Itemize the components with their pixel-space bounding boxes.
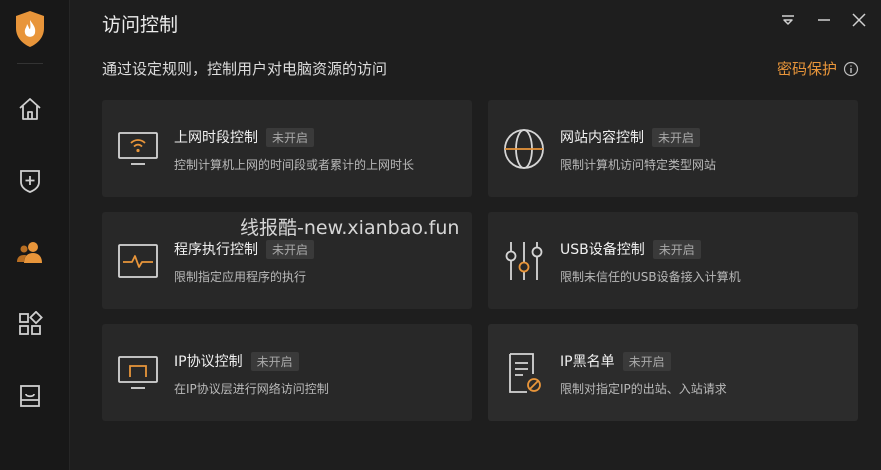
card-description: 在IP协议层进行网络访问控制 — [174, 382, 329, 396]
card-description: 控制计算机上网的时间段或者累计的上网时长 — [174, 158, 415, 172]
sidebar-item-home[interactable] — [16, 95, 44, 123]
card-title: IP协议控制 未开启 — [174, 351, 299, 371]
card-description: 限制未信任的USB设备接入计算机 — [560, 270, 741, 284]
card-title: 网站内容控制 未开启 — [560, 127, 701, 147]
card-title: IP黑名单 未开启 — [560, 351, 671, 371]
program-pulse-icon — [116, 239, 160, 283]
minimize-button[interactable] — [814, 10, 834, 30]
info-icon — [843, 61, 859, 76]
status-badge: 未开启 — [250, 351, 299, 371]
sidebar-item-access-control[interactable] — [16, 238, 44, 266]
monitor-wifi-icon — [116, 127, 160, 171]
apps-icon — [19, 311, 43, 335]
card-description: 限制计算机访问特定类型网站 — [560, 158, 717, 172]
password-protect-link[interactable]: 密码保护 — [777, 58, 859, 79]
card-title-text: USB设备控制 — [560, 242, 645, 258]
card-title: 程序执行控制 未开启 — [174, 239, 315, 259]
watermark-text: 线报酷-new.xianbao.fun — [240, 217, 460, 239]
card-title: 上网时段控制 未开启 — [174, 127, 315, 147]
home-icon — [19, 98, 41, 120]
ip-monitor-icon — [116, 351, 160, 395]
close-button[interactable] — [849, 10, 869, 30]
globe-icon — [502, 127, 546, 171]
menu-icon — [782, 15, 794, 25]
sliders-icon — [502, 239, 546, 283]
card-ip-blocklist[interactable]: IP黑名单 未开启 限制对指定IP的出站、入站请求 — [488, 324, 858, 421]
card-description: 限制对指定IP的出站、入站请求 — [560, 382, 727, 396]
menu-button[interactable] — [778, 10, 798, 30]
main-panel: 访问控制 通过设定规则，控制用户对电脑资源的访问 密码保护 上网时段控制 未开启… — [70, 0, 881, 470]
card-title-text: 程序执行控制 — [174, 242, 258, 258]
card-website-content-control[interactable]: 网站内容控制 未开启 限制计算机访问特定类型网站 — [488, 100, 858, 197]
card-title-text: IP协议控制 — [174, 354, 243, 370]
status-badge: 未开启 — [652, 239, 701, 259]
sidebar — [0, 0, 70, 470]
toolbox-icon — [20, 385, 40, 407]
card-description: 限制指定应用程序的执行 — [174, 270, 307, 284]
card-title-text: IP黑名单 — [560, 354, 615, 370]
card-usb-device-control[interactable]: USB设备控制 未开启 限制未信任的USB设备接入计算机 — [488, 212, 858, 309]
users-icon — [17, 242, 42, 263]
status-badge: 未开启 — [266, 127, 315, 147]
page-subtitle: 通过设定规则，控制用户对电脑资源的访问 — [102, 60, 388, 78]
status-badge: 未开启 — [266, 239, 315, 259]
card-internet-time-control[interactable]: 上网时段控制 未开启 控制计算机上网的时间段或者累计的上网时长 — [102, 100, 472, 197]
sidebar-divider — [17, 63, 43, 64]
page-title: 访问控制 — [102, 14, 179, 36]
card-title: USB设备控制 未开启 — [560, 239, 701, 259]
shield-plus-icon — [20, 170, 40, 193]
sidebar-item-toolbox[interactable] — [16, 382, 44, 410]
app-logo-icon — [14, 10, 46, 48]
card-title-text: 网站内容控制 — [560, 130, 644, 146]
status-badge: 未开启 — [652, 127, 701, 147]
blocklist-doc-icon — [502, 351, 546, 395]
status-badge: 未开启 — [622, 351, 671, 371]
close-icon — [852, 13, 866, 27]
card-ip-protocol-control[interactable]: IP协议控制 未开启 在IP协议层进行网络访问控制 — [102, 324, 472, 421]
sidebar-item-protection[interactable] — [16, 166, 44, 194]
minimize-icon — [818, 19, 830, 21]
password-protect-label: 密码保护 — [776, 60, 837, 78]
card-title-text: 上网时段控制 — [174, 130, 258, 146]
sidebar-item-apps[interactable] — [16, 310, 44, 338]
